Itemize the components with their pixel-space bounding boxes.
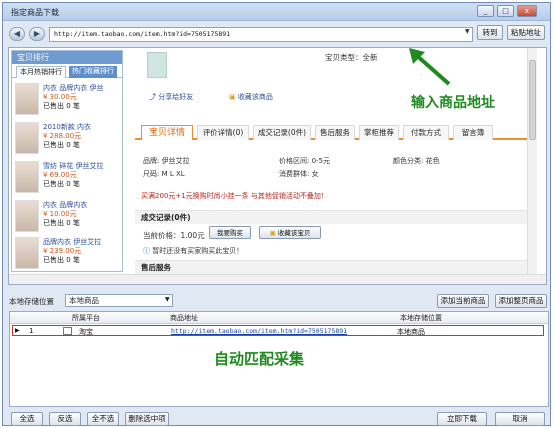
row-index: 1 [29,327,34,335]
url-input[interactable]: http://item.taobao.com/item.htm?id=75051… [49,27,473,42]
row-url-link[interactable]: http://item.taobao.com/item.htm?id=75051… [171,327,347,335]
product-type: 宝贝类型：全新 [325,53,378,62]
vertical-scrollbar[interactable] [527,48,537,284]
records-header: 成交记录(0件) [135,210,535,224]
attr-group: 消费群体: 女 [279,170,319,178]
row-pointer-icon: ▶ [15,327,20,334]
col-url[interactable]: 商品地址 [170,313,198,323]
after-sale-header: 售后服务 [135,260,535,274]
minimize-button[interactable]: _ [477,5,494,17]
close-button[interactable]: x [517,5,537,17]
tab-after-sale[interactable]: 售后服务 [315,125,355,140]
item-sold: 已售出 0 笔 [43,141,80,149]
storage-label: 本地存储位置 [9,297,54,306]
window-title: 指定商品下载 [11,8,59,17]
product-thumbnail[interactable] [15,122,39,154]
add-page-button[interactable]: 添加整页商品 [495,294,547,308]
invert-selection-button[interactable]: 反选 [49,412,81,426]
browser-view: 宝贝排行 本月热销排行 热门收藏排行 内衣 品牌内衣 伊丝 ¥ 30.00元 已… [8,47,547,285]
list-item[interactable]: 2010新款 内衣 ¥ 288.00元 已售出 0 笔 [15,122,121,156]
promo-text: 买满200元+1元换购时尚小挂一条 与其他促销活动不叠加! [141,192,324,200]
back-arrow-icon[interactable]: ◀ [9,27,25,41]
product-tabs: 宝贝详情 评价详情(0) 成交记录(0件) 售后服务 掌柜推荐 付款方式 留言簿 [135,124,535,140]
address-bar: ◀ ▶ http://item.taobao.com/item.htm?id=7… [7,25,547,45]
favorite-label: 收藏该商品 [237,93,273,101]
chevron-down-icon[interactable]: ▼ [165,296,170,303]
tab-hot-fav[interactable]: 热门收藏排行 [69,66,117,78]
maximize-button[interactable]: □ [497,5,514,17]
row-checkbox[interactable] [63,327,72,335]
forward-arrow-icon[interactable]: ▶ [29,27,45,41]
url-dropdown-icon[interactable]: ▼ [465,28,470,35]
delete-selected-button[interactable]: 删除选中项 [125,412,169,426]
list-item[interactable]: 雪纺 碎花 伊丝艾拉 ¥ 69.00元 已售出 0 笔 [15,161,121,195]
match-hint-annotation: 自动匹配采集 [214,350,305,368]
product-thumbnail[interactable] [15,200,39,232]
favorite-link[interactable]: ▣ 收藏该商品 [229,92,273,102]
tab-details[interactable]: 宝贝详情 [141,125,193,140]
storage-select[interactable]: 本地商品 [65,294,173,307]
url-hint-annotation: 输入商品地址 [411,95,495,111]
col-store[interactable]: 本地存储位置 [400,313,442,323]
item-sold: 已售出 0 笔 [43,219,80,227]
attr-brand: 品牌: 伊丝艾拉 [143,157,190,165]
add-current-button[interactable]: 添加当前商品 [437,294,489,308]
ranking-tabs: 本月热销排行 热门收藏排行 [12,64,122,78]
scroll-thumb[interactable] [529,60,536,140]
table-header: 所属平台 商品地址 本地存储位置 [10,312,548,324]
share-icon: ⤴ [149,93,159,101]
row-platform: 淘宝 [79,328,93,336]
horizontal-scrollbar[interactable] [9,274,546,284]
attr-color: 颜色分类: 花色 [393,157,440,165]
info-icon: ⓘ [143,247,153,255]
paste-url-button[interactable]: 粘贴地址 [507,25,545,40]
storage-row: 本地存储位置 本地商品 ▼ 添加当前商品 添加整页商品 [9,293,549,309]
download-dialog: 指定商品下载 _ □ x ◀ ▶ http://item.taobao.com/… [2,2,551,426]
favorite-item-label: 收藏该宝贝 [277,229,311,237]
tab-month-hot[interactable]: 本月热销排行 [16,66,66,78]
favorite-item-button[interactable]: ▣ 收藏该宝贝 [259,226,321,239]
item-sold: 已售出 0 笔 [43,180,80,188]
share-link[interactable]: ⤴ 分享给好友 [149,92,193,102]
no-buyer-note: ⓘ 暂时还没有买家购买此宝贝！ [143,246,243,256]
tab-guestbook[interactable]: 留言簿 [453,125,493,140]
tab-reviews[interactable]: 评价详情(0) [197,125,249,140]
current-price: 当前价格：1.00元 [143,231,205,240]
product-page: 宝贝类型：全新 ⤴ 分享给好友 ▣ 收藏该商品 宝贝详情 评价详情(0) 成交记… [129,48,537,284]
product-image[interactable] [147,52,167,78]
table-row[interactable]: ▶ 1 淘宝 http://item.taobao.com/item.htm?i… [12,325,544,336]
item-sold: 已售出 0 笔 [43,256,80,264]
tab-records[interactable]: 成交记录(0件) [253,125,311,140]
select-all-button[interactable]: 全选 [11,412,43,426]
title-bar: 指定商品下载 _ □ x [3,3,550,21]
product-thumbnail[interactable] [15,237,39,269]
list-item[interactable]: 品牌内衣 伊丝艾拉 ¥ 239.00元 已售出 0 笔 [15,237,121,271]
col-platform[interactable]: 所属平台 [72,313,100,323]
list-item[interactable]: 内衣 品牌内衣 伊丝 ¥ 30.00元 已售出 0 笔 [15,83,121,117]
list-item[interactable]: 内衣 品牌内衣 ¥ 10.00元 已售出 0 笔 [15,200,121,234]
no-buyer-label: 暂时还没有买家购买此宝贝！ [152,247,244,255]
cancel-button[interactable]: 取消 [495,412,545,426]
attr-size: 尺码: M L XL [143,170,185,178]
product-thumbnail[interactable] [15,83,39,115]
favorite-icon: ▣ [229,93,238,101]
attr-price-range: 价格区间: 0-5元 [279,157,331,165]
deselect-all-button[interactable]: 全不选 [87,412,119,426]
tab-recommend[interactable]: 掌柜推荐 [359,125,399,140]
bottom-toolbar: 全选 反选 全不选 删除选中项 立即下载 取消 [9,411,549,427]
product-thumbnail[interactable] [15,161,39,193]
ranking-header: 宝贝排行 [12,51,122,64]
row-store: 本地商品 [397,328,425,336]
share-label: 分享给好友 [158,93,194,101]
buy-button[interactable]: 我要购买 [209,226,251,239]
item-sold: 已售出 0 笔 [43,102,80,110]
tab-payment[interactable]: 付款方式 [403,125,449,140]
task-table: 所属平台 商品地址 本地存储位置 ▶ 1 淘宝 http://item.taob… [9,311,549,407]
favorite-icon: ▣ [269,229,278,237]
download-now-button[interactable]: 立即下载 [437,412,487,426]
shop-ranking-panel: 宝贝排行 本月热销排行 热门收藏排行 内衣 品牌内衣 伊丝 ¥ 30.00元 已… [11,50,123,272]
arrow-icon [409,48,451,86]
go-button[interactable]: 转到 [477,25,503,40]
